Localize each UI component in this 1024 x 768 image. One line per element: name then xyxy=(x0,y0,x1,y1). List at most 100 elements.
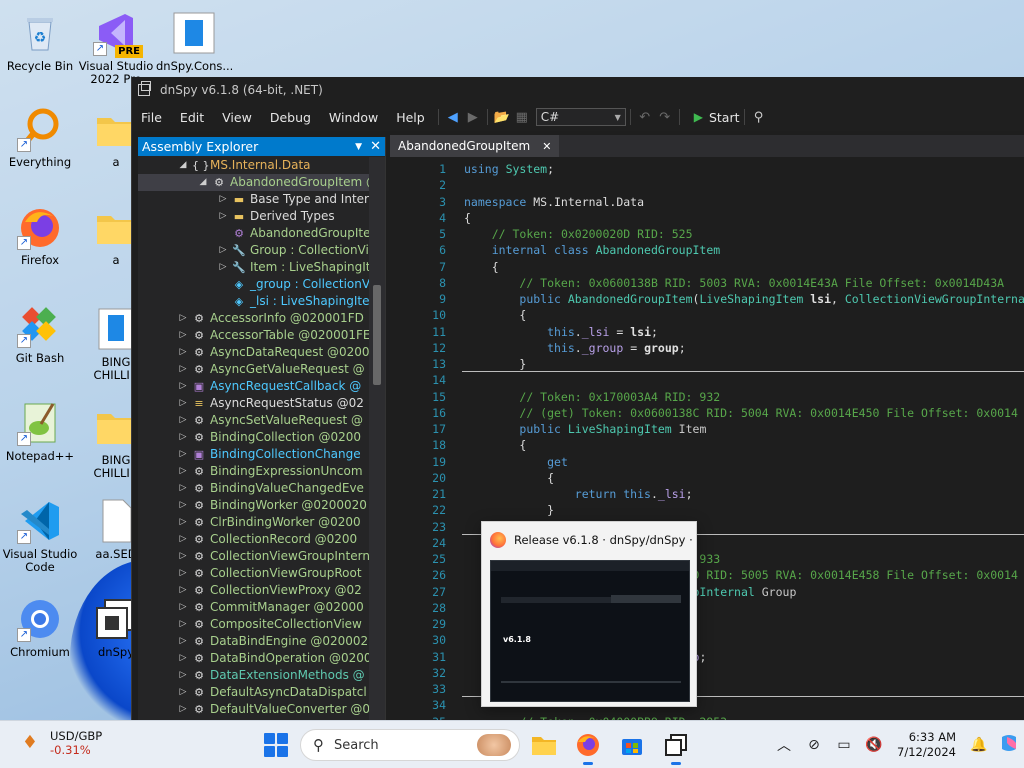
tree-row[interactable]: ◈ _lsi : LiveShapingItem xyxy=(138,293,370,310)
tree-row[interactable]: ▷ 🔧 Group : CollectionView xyxy=(138,242,370,259)
tree-row[interactable]: ◢ ⚙ AbandonedGroupItem @0 xyxy=(138,174,370,191)
window-titlebar[interactable]: dnSpy v6.1.8 (64-bit, .NET) xyxy=(132,77,1024,103)
menu-view[interactable]: View xyxy=(213,110,261,125)
taskbar-store[interactable] xyxy=(618,731,646,759)
tab-abandoned-group-item[interactable]: AbandonedGroupItem ✕ xyxy=(390,135,560,157)
taskbar-thumbnail-popup[interactable]: Release v6.1.8 · dnSpy/dnSpy · ... v6.1.… xyxy=(481,521,697,707)
expand-arrow-icon[interactable]: ▷ xyxy=(178,650,188,667)
window-preview-thumbnail[interactable]: v6.1.8 xyxy=(490,560,690,702)
menu-file[interactable]: File xyxy=(132,110,171,125)
redo-icon[interactable]: ↷ xyxy=(655,107,675,127)
expand-arrow-icon[interactable]: ▷ xyxy=(178,480,188,497)
network-disconnected-icon[interactable]: ⊘ xyxy=(799,737,829,753)
open-file-icon[interactable]: 📂 xyxy=(492,107,512,127)
tree-row[interactable]: ▷ ⚙ CommitManager @02000 xyxy=(138,599,370,616)
tree-row[interactable]: ▷ ⚙ CollectionViewGroupRoot xyxy=(138,565,370,582)
tree-row[interactable]: ▷ ⚙ AsyncSetValueRequest @ xyxy=(138,412,370,429)
expand-arrow-icon[interactable]: ▷ xyxy=(178,429,188,446)
taskbar-firefox[interactable] xyxy=(574,731,602,765)
tree-row[interactable]: ▷ ⚙ DefaultValueConverter @0 xyxy=(138,701,370,718)
expand-arrow-icon[interactable]: ▷ xyxy=(218,242,228,259)
undo-icon[interactable]: ↶ xyxy=(635,107,655,127)
expand-arrow-icon[interactable]: ▷ xyxy=(178,565,188,582)
desktop-icon-notepad-plus-plus[interactable]: ↗ Notepad++ xyxy=(2,400,78,463)
expand-arrow-icon[interactable]: ▷ xyxy=(178,548,188,565)
tree-row[interactable]: ▷ ⚙ CollectionRecord @0200 xyxy=(138,531,370,548)
tree-row[interactable]: ▷ ⚙ DataBindEngine @020002 xyxy=(138,633,370,650)
start-debug-button[interactable]: ▶ Start xyxy=(694,110,740,125)
expand-arrow-icon[interactable]: ▷ xyxy=(178,616,188,633)
open-list-icon[interactable]: ▦ xyxy=(512,107,532,127)
tree-row[interactable]: ▷ ⚙ DefaultAsyncDataDispatcl xyxy=(138,684,370,701)
copilot-icon[interactable] xyxy=(994,733,1024,757)
tree-row[interactable]: ▷ ▬ Derived Types xyxy=(138,208,370,225)
tree-row[interactable]: ▷ ▣ BindingCollectionChange xyxy=(138,446,370,463)
expand-arrow-icon[interactable]: ▷ xyxy=(178,582,188,599)
start-menu-button[interactable] xyxy=(264,733,288,757)
expand-arrow-icon[interactable]: ▷ xyxy=(178,667,188,684)
taskbar-dnspy[interactable] xyxy=(662,731,690,765)
tree-row[interactable]: ▷ ⚙ DataBindOperation @0200 xyxy=(138,650,370,667)
tree-row[interactable]: ▷ ≡ AsyncRequestStatus @02 xyxy=(138,395,370,412)
navigate-forward-icon[interactable]: ▶ xyxy=(463,107,483,127)
menu-help[interactable]: Help xyxy=(387,110,434,125)
desktop-icon-recycle-bin[interactable]: ♻ Recycle Bin xyxy=(2,10,78,73)
taskbar-search-box[interactable]: ⚲ Search xyxy=(300,729,520,761)
expand-arrow-icon[interactable]: ▷ xyxy=(178,310,188,327)
expand-arrow-icon[interactable]: ▷ xyxy=(178,684,188,701)
expand-arrow-icon[interactable]: ▷ xyxy=(178,327,188,344)
expand-arrow-icon[interactable]: ▷ xyxy=(178,344,188,361)
expand-arrow-icon[interactable]: ▷ xyxy=(178,701,188,718)
ticker-widget[interactable]: ♦ USD/GBP -0.31% xyxy=(18,729,102,757)
expand-arrow-icon[interactable]: ▷ xyxy=(178,531,188,548)
desktop-icon-git-bash[interactable]: ↗ Git Bash xyxy=(2,302,78,365)
tree-scrollbar-thumb[interactable] xyxy=(373,285,381,385)
tree-row[interactable]: ▷ ⚙ BindingValueChangedEve xyxy=(138,480,370,497)
tree-row[interactable]: ▷ ⚙ DataExtensionMethods @ xyxy=(138,667,370,684)
tree-row[interactable]: ▷ ⚙ AccessorTable @020001FE xyxy=(138,327,370,344)
tree-row[interactable]: ▷ ▣ AsyncRequestCallback @ xyxy=(138,378,370,395)
tree-row[interactable]: ▷ ⚙ AccessorInfo @020001FD xyxy=(138,310,370,327)
navigate-back-icon[interactable]: ◀ xyxy=(443,107,463,127)
desktop-icon-visual-studio-2022-pre[interactable]: PRE ↗ Visual Studio 2022 Pre xyxy=(78,10,154,86)
tree-row[interactable]: ▷ ⚙ BindingCollection @0200 xyxy=(138,429,370,446)
expand-arrow-icon[interactable]: ▷ xyxy=(178,446,188,463)
desktop-icon-everything[interactable]: ↗ Everything xyxy=(2,106,78,169)
tree-row[interactable]: ▷ ⚙ AsyncGetValueRequest @ xyxy=(138,361,370,378)
tree-row[interactable]: ▷ ⚙ CompositeCollectionView xyxy=(138,616,370,633)
tree-row[interactable]: ◢ { } MS.Internal.Data xyxy=(138,157,370,174)
tree-row[interactable]: ▷ ⚙ ClrBindingWorker @0200 xyxy=(138,514,370,531)
expand-arrow-icon[interactable]: ▷ xyxy=(178,361,188,378)
tree-row[interactable]: ▷ ⚙ AsyncDataRequest @0200 xyxy=(138,344,370,361)
expand-arrow-icon[interactable]: ▷ xyxy=(218,191,228,208)
search-icon[interactable]: ⚲ xyxy=(749,107,769,127)
tree-scrollbar[interactable] xyxy=(369,157,385,720)
tree-row[interactable]: ▷ ⚙ CollectionViewProxy @02 xyxy=(138,582,370,599)
desktop-icon-firefox[interactable]: ↗ Firefox xyxy=(2,204,78,267)
tree-row[interactable]: ▷ 🔧 Item : LiveShapingIten xyxy=(138,259,370,276)
desktop-icon-chromium[interactable]: ↗ Chromium xyxy=(2,596,78,659)
expand-arrow-icon[interactable]: ▷ xyxy=(178,599,188,616)
notification-bell-icon[interactable]: 🔔 xyxy=(964,737,994,753)
menu-edit[interactable]: Edit xyxy=(171,110,213,125)
expand-arrow-icon[interactable]: ▷ xyxy=(178,412,188,429)
chevron-up-icon[interactable]: ︿ xyxy=(769,735,799,755)
taskbar-clock[interactable]: 6:33 AM 7/12/2024 xyxy=(897,730,956,760)
expand-arrow-icon[interactable]: ▷ xyxy=(218,259,228,276)
assembly-tree[interactable]: ◢{ } MS.Internal.Data ◢ ⚙ AbandonedGroupItem… xyxy=(138,157,370,720)
expand-arrow-icon[interactable]: ◢ xyxy=(178,157,188,174)
taskbar-file-explorer[interactable] xyxy=(530,731,558,759)
expand-arrow-icon[interactable]: ▷ xyxy=(218,208,228,225)
tree-row[interactable]: ▷ ⚙ CollectionViewGroupIntern xyxy=(138,548,370,565)
panel-dropdown-icon[interactable]: ▼ xyxy=(355,142,362,152)
tree-row[interactable]: ◈ _group : CollectionVie xyxy=(138,276,370,293)
expand-arrow-icon[interactable]: ▷ xyxy=(178,497,188,514)
volume-muted-icon[interactable]: 🔇 xyxy=(859,737,889,753)
display-icon[interactable]: ▭ xyxy=(829,737,859,753)
expand-arrow-icon[interactable]: ▷ xyxy=(178,633,188,650)
close-icon[interactable]: ✕ xyxy=(370,139,381,154)
close-icon[interactable]: ✕ xyxy=(542,140,551,153)
desktop-icon-dnspy-console[interactable]: dnSpy.Cons... xyxy=(156,10,232,73)
tree-row[interactable]: ⚙ AbandonedGroupItem xyxy=(138,225,370,242)
menu-window[interactable]: Window xyxy=(320,110,387,125)
